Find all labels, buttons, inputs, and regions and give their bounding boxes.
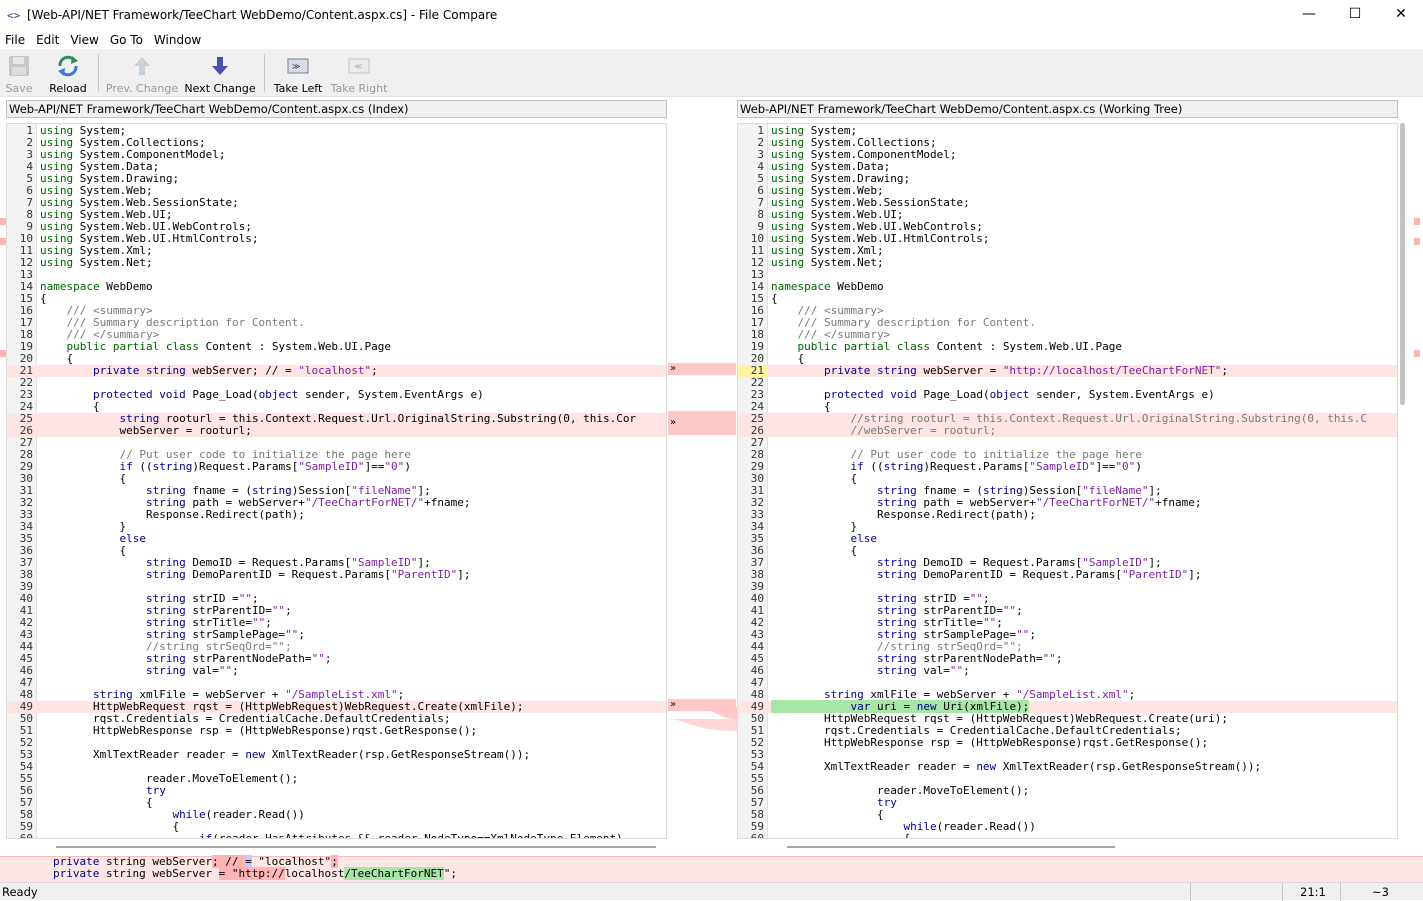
code-line[interactable]: HttpWebResponse rsp = (HttpWebResponse)r… — [768, 737, 1397, 749]
right-horizontal-scrollbar[interactable] — [787, 846, 1115, 848]
change-overview-marker[interactable] — [0, 218, 6, 225]
code-line[interactable]: Response.Redirect(path); — [768, 509, 1397, 521]
prev-change-label: Prev. Change — [105, 82, 179, 95]
code-line[interactable]: else — [37, 533, 666, 545]
code-line[interactable]: using System.Net; — [768, 257, 1397, 269]
code-line[interactable]: if ((string)Request.Params["SampleID"]==… — [768, 461, 1397, 473]
take-left-arrow[interactable]: » — [668, 699, 736, 711]
toolbar: Save Reload Prev. Change Next Change ≫ T… — [0, 49, 1423, 97]
title-bar: <> [Web-API/NET Framework/TeeChart WebDe… — [0, 0, 1423, 30]
code-line[interactable]: XmlTextReader reader = new XmlTextReader… — [37, 749, 666, 761]
left-code-pane[interactable]: using System; using System.Collections; us… — [6, 123, 667, 839]
prev-change-button[interactable]: Prev. Change — [105, 53, 179, 95]
code-line[interactable]: string val=""; — [37, 665, 666, 677]
take-left-icon: ≫ — [285, 53, 311, 78]
arrow-up-icon — [129, 53, 155, 78]
close-button[interactable]: ✕ — [1378, 0, 1423, 28]
status-separator — [1282, 883, 1283, 901]
take-right-icon: ≪ — [346, 53, 372, 78]
right-pane-header: Web-API/NET Framework/TeeChart WebDemo/C… — [737, 100, 1398, 118]
code-line[interactable]: public partial class Content : System.We… — [37, 341, 666, 353]
cursor-position: 21:1 — [1300, 885, 1326, 899]
floppy-disk-icon — [6, 53, 32, 78]
code-line[interactable]: { — [768, 833, 1397, 839]
right-code-area[interactable]: using System; using System.Collections; us… — [768, 124, 1397, 838]
code-line[interactable]: string val=""; — [768, 665, 1397, 677]
code-line[interactable]: HttpWebResponse rsp = (HttpWebResponse)r… — [37, 725, 666, 737]
menu-edit[interactable]: Edit — [31, 33, 64, 47]
take-left-arrow[interactable]: » — [668, 411, 736, 435]
status-bar: Ready 21:1 ~3 — [0, 882, 1423, 901]
change-overview-marker[interactable] — [1414, 218, 1420, 225]
code-line[interactable]: webServer = rooturl; — [37, 425, 666, 437]
menu-go-to[interactable]: Go To — [105, 33, 148, 47]
menu-view[interactable]: View — [65, 33, 103, 47]
compare-line-right: private string webServer = "http://local… — [53, 867, 458, 880]
status-separator — [1190, 883, 1191, 901]
save-button[interactable]: Save — [4, 53, 34, 95]
vertical-scrollbar-thumb[interactable] — [1400, 123, 1405, 405]
code-line[interactable]: Response.Redirect(path); — [37, 509, 666, 521]
status-separator — [1340, 883, 1341, 901]
code-line[interactable]: XmlTextReader reader = new XmlTextReader… — [768, 761, 1397, 773]
take-left-arrow[interactable]: » — [668, 363, 736, 375]
code-line[interactable]: if(reader.HasAttributes && reader.NodeTy… — [37, 833, 666, 839]
next-change-button[interactable]: Next Change — [184, 53, 256, 95]
reload-icon — [55, 53, 81, 78]
change-overview-marker[interactable] — [0, 238, 6, 245]
menu-file[interactable]: File — [0, 33, 30, 47]
next-change-label: Next Change — [184, 82, 256, 95]
line-number: 60 — [19, 832, 33, 839]
take-left-button[interactable]: ≫ Take Left — [274, 53, 322, 95]
reload-button[interactable]: Reload — [48, 53, 88, 95]
take-left-label: Take Left — [273, 82, 323, 95]
diff-connector — [667, 123, 737, 839]
window-title: [Web-API/NET Framework/TeeChart WebDemo/… — [27, 8, 498, 22]
save-label: Save — [5, 82, 33, 95]
svg-text:≫: ≫ — [292, 62, 300, 71]
left-horizontal-scrollbar[interactable] — [56, 846, 656, 848]
code-line[interactable]: using System.Net; — [37, 257, 666, 269]
code-line[interactable]: public partial class Content : System.We… — [768, 341, 1397, 353]
toolbar-separator — [98, 54, 99, 92]
svg-text:≪: ≪ — [354, 62, 362, 71]
menu-window[interactable]: Window — [149, 33, 206, 47]
change-count: ~3 — [1372, 885, 1389, 899]
code-line[interactable]: protected void Page_Load(object sender, … — [768, 389, 1397, 401]
code-line[interactable]: string DemoParentID = Request.Params["Pa… — [37, 569, 666, 581]
code-line[interactable]: namespace WebDemo — [37, 281, 666, 293]
code-line[interactable]: if ((string)Request.Params["SampleID"]==… — [37, 461, 666, 473]
change-overview-marker[interactable] — [1414, 350, 1420, 357]
code-brackets-icon: <> — [7, 8, 21, 22]
line-compare-panel: private string webServer; // = "localhos… — [0, 855, 1423, 882]
arrow-down-icon — [207, 53, 233, 78]
code-line[interactable]: else — [768, 533, 1397, 545]
code-line[interactable]: private string webServer; // = "localhos… — [37, 365, 666, 377]
toolbar-separator — [264, 54, 265, 92]
code-line[interactable]: //webServer = rooturl; — [768, 425, 1397, 437]
take-right-button[interactable]: ≪ Take Right — [331, 53, 387, 95]
reload-label: Reload — [49, 82, 87, 95]
change-overview-marker[interactable] — [0, 350, 6, 357]
status-text: Ready — [2, 885, 38, 899]
code-line[interactable]: private string webServer = "http://local… — [768, 365, 1397, 377]
change-overview-marker[interactable] — [1414, 238, 1420, 245]
left-pane-header: Web-API/NET Framework/TeeChart WebDemo/C… — [6, 100, 667, 118]
maximize-button[interactable]: ☐ — [1332, 0, 1378, 28]
code-line[interactable]: protected void Page_Load(object sender, … — [37, 389, 666, 401]
left-code-area[interactable]: using System; using System.Collections; us… — [37, 124, 666, 838]
minimize-button[interactable]: — — [1286, 0, 1332, 28]
code-line[interactable]: namespace WebDemo — [768, 281, 1397, 293]
menu-bar: File Edit View Go To Window — [0, 30, 1423, 49]
take-right-label: Take Right — [330, 82, 388, 95]
right-code-pane[interactable]: using System; using System.Collections; us… — [737, 123, 1398, 839]
code-line[interactable]: string DemoParentID = Request.Params["Pa… — [768, 569, 1397, 581]
line-number: 60 — [750, 832, 764, 839]
